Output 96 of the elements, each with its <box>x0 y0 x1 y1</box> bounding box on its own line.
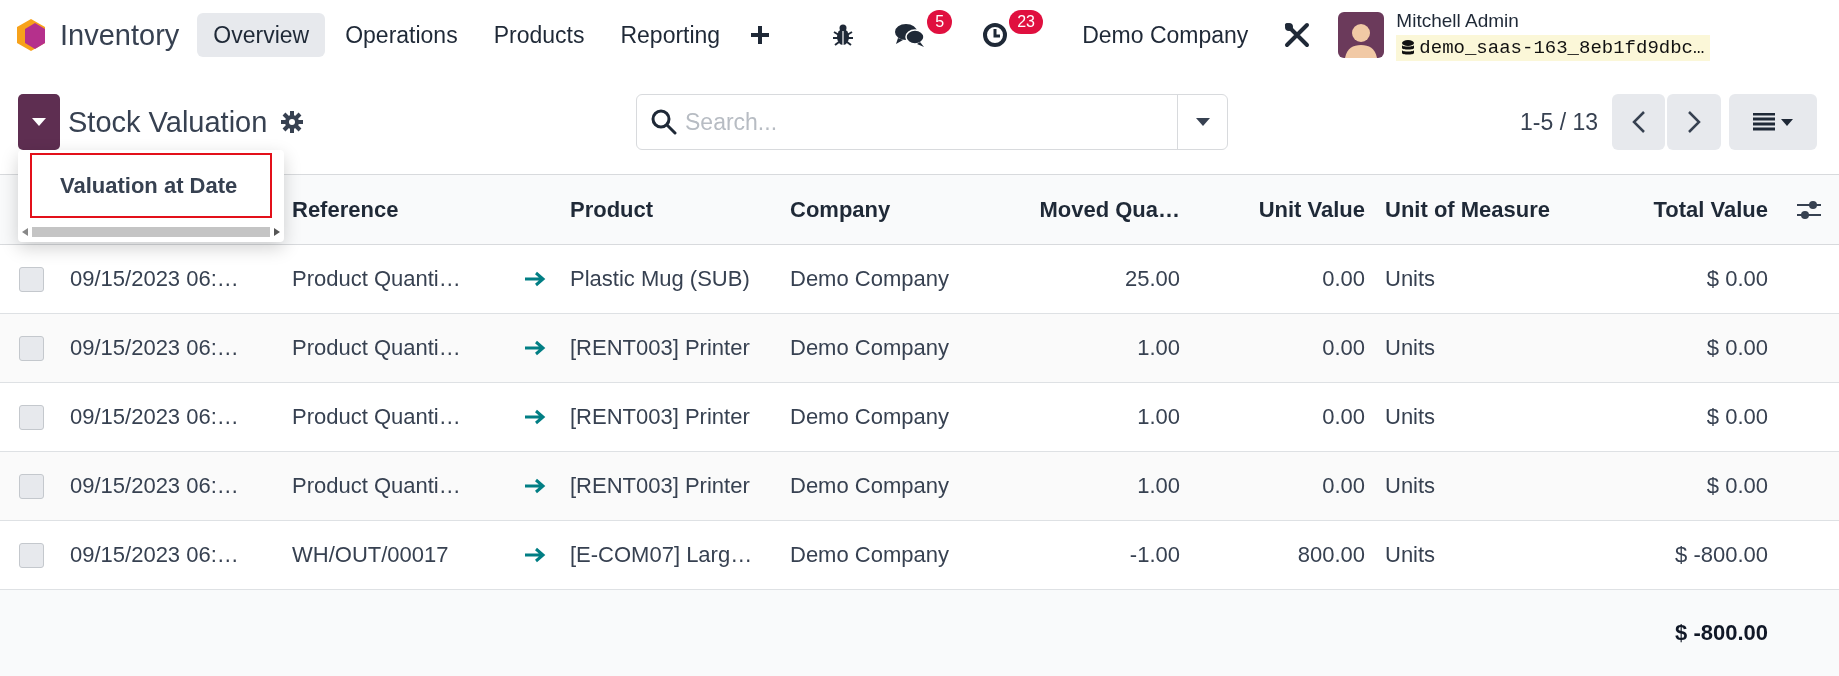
clock-icon <box>982 22 1009 48</box>
table-cell-text: Demo Company <box>789 335 950 361</box>
table-cell-text: Units <box>1384 473 1437 499</box>
database-name: demo_saas-163_8eb1fd9dbc… <box>1396 34 1711 61</box>
table-cell-text: Units <box>1384 404 1437 430</box>
row-checkbox[interactable] <box>19 473 44 499</box>
row-checkbox[interactable] <box>19 335 44 361</box>
user-avatar[interactable] <box>1338 12 1385 58</box>
table-cell-text: 800.00 <box>1296 542 1366 568</box>
table-cell-text: [RENT003] Printer <box>569 404 751 430</box>
table-cell-text: 0.00 <box>1321 335 1366 361</box>
arrow-right-icon <box>524 478 546 494</box>
chevron-left-icon <box>1631 110 1646 134</box>
column-header[interactable]: Reference <box>282 196 512 223</box>
table-cell-text: Demo Company <box>789 266 950 292</box>
caret-icon <box>32 118 46 126</box>
table-cell-text: Units <box>1384 335 1437 361</box>
arrow-right-icon <box>524 409 546 425</box>
search-field[interactable]: Search... <box>636 94 1228 150</box>
bug-icon <box>832 23 855 47</box>
arrow-right-icon <box>524 340 546 356</box>
chat-icon <box>894 22 927 48</box>
table-cell-text: 09/15/2023 06:… <box>69 335 240 361</box>
column-header[interactable]: Moved Qua… <box>1000 196 1190 223</box>
message-count-badge: 5 <box>927 10 953 34</box>
caret-icon <box>1195 118 1210 126</box>
table-cell-text: Units <box>1384 542 1437 568</box>
table-cell-text: Demo Company <box>789 404 950 430</box>
table-cell-text: 09/15/2023 06:… <box>69 404 240 430</box>
table-cell-text: 1.00 <box>1136 335 1181 361</box>
page-title: Stock Valuation <box>68 105 268 139</box>
menu-item[interactable]: Overview <box>197 13 326 57</box>
scroll-left-icon[interactable] <box>22 228 28 236</box>
table-cell-text: -1.00 <box>1128 542 1181 568</box>
scrollbar-thumb[interactable] <box>32 227 270 237</box>
table-cell-text: 1.00 <box>1136 404 1181 430</box>
column-header[interactable]: Unit Value <box>1190 196 1375 223</box>
column-header[interactable]: Product <box>560 196 780 223</box>
column-header[interactable]: Company <box>780 196 1000 223</box>
table-cell-text: 09/15/2023 06:… <box>69 266 240 292</box>
table-cell-text: [RENT003] Printer <box>569 335 751 361</box>
table-cell-text: 25.00 <box>1123 266 1181 292</box>
table-cell-text: Units <box>1384 266 1437 292</box>
caret-icon <box>1781 118 1793 126</box>
column-header[interactable]: Total Value <box>1590 196 1778 223</box>
table-cell-text: $ 0.00 <box>1705 473 1769 499</box>
scroll-right-icon[interactable] <box>274 228 280 236</box>
menu-item[interactable]: Operations <box>329 13 474 57</box>
row-checkbox[interactable] <box>19 542 44 568</box>
menu-item[interactable]: Reporting <box>604 13 737 57</box>
table-cell-text: [E-COM07] Larg… <box>569 542 754 568</box>
activity-count-badge: 23 <box>1009 10 1043 34</box>
table-cell-text: Demo Company <box>789 542 950 568</box>
table-cell-text: 09/15/2023 06:… <box>69 473 240 499</box>
table-cell-text: Product Quanti… <box>291 266 462 292</box>
pager-value[interactable]: 1-5 / 13 <box>1520 108 1598 136</box>
menu-item[interactable]: Products <box>477 13 601 57</box>
table-cell-text: 1.00 <box>1136 473 1181 499</box>
column-settings-icon[interactable] <box>1796 198 1821 221</box>
activity-button[interactable] <box>982 22 1009 48</box>
table-cell-text: 0.00 <box>1321 404 1366 430</box>
table-cell-text: 09/15/2023 06:… <box>69 542 240 568</box>
table-cell-text: Product Quanti… <box>291 404 462 430</box>
table-cell-text: Product Quanti… <box>291 335 462 361</box>
table-cell-text: Product Quanti… <box>291 473 462 499</box>
menu-item[interactable]: Valuation at Date <box>30 153 272 218</box>
table-cell-text: [RENT003] Printer <box>569 473 751 499</box>
row-checkbox[interactable] <box>19 266 44 292</box>
app-name[interactable]: Inventory <box>60 18 180 52</box>
table-cell-text: WH/OUT/00017 <box>291 542 450 568</box>
view-switcher-button[interactable] <box>1729 94 1817 150</box>
table-cell-text: 0.00 <box>1321 473 1366 499</box>
arrow-right-icon <box>524 547 546 563</box>
user-name[interactable]: Mitchell Admin <box>1396 9 1711 32</box>
tools-icon <box>1284 22 1311 48</box>
table-cell-text: Plastic Mug (SUB) <box>569 266 751 292</box>
total-value: $ -800.00 <box>1674 620 1769 646</box>
plus-icon <box>750 25 771 45</box>
actions-dropdown-button[interactable] <box>18 94 60 150</box>
table-cell-text: Demo Company <box>789 473 950 499</box>
table-cell-text: $ -800.00 <box>1674 542 1769 568</box>
arrow-right-icon <box>524 271 546 287</box>
search-icon <box>651 109 677 135</box>
gear-icon <box>281 111 304 133</box>
company-switcher[interactable]: Demo Company <box>1074 21 1257 49</box>
table-cell-text: $ 0.00 <box>1705 335 1769 361</box>
column-header[interactable]: Unit of Measure <box>1375 196 1590 223</box>
table-cell-text: 0.00 <box>1321 266 1366 292</box>
chat-button[interactable] <box>894 22 927 48</box>
table-cell-text: $ 0.00 <box>1705 404 1769 430</box>
list-icon <box>1753 113 1775 131</box>
chevron-right-icon <box>1687 110 1701 134</box>
database-icon <box>1402 39 1415 56</box>
table-cell-text: $ 0.00 <box>1705 266 1769 292</box>
row-checkbox[interactable] <box>19 404 44 430</box>
app-logo-icon <box>16 18 46 52</box>
